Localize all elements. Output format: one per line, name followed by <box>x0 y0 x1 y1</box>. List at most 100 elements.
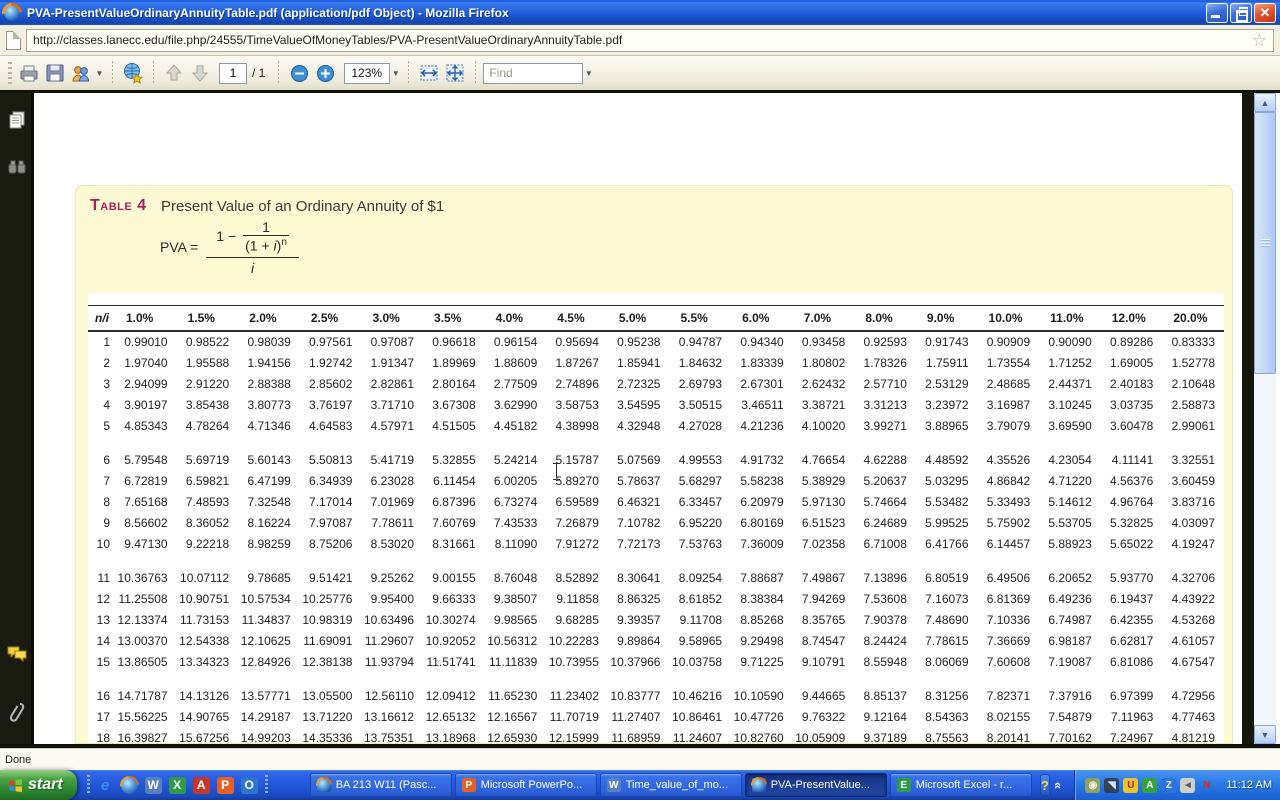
factor-cell: 0.95238 <box>608 331 670 352</box>
task-button[interactable]: BA 213 W11 (Pasc... <box>310 773 452 797</box>
text-cursor <box>552 463 561 478</box>
table-row: 21.970401.955881.941561.927421.913471.89… <box>88 352 1224 373</box>
scroll-down-button[interactable]: ▼ <box>1254 725 1276 744</box>
taskbar: start eWXAPO BA 213 W11 (Pasc...PMicroso… <box>0 770 1280 800</box>
volume-icon[interactable]: ◄ <box>1180 778 1195 793</box>
factor-cell: 10.37966 <box>608 651 670 672</box>
factor-cell: 7.60769 <box>423 512 485 533</box>
factor-cell: 7.54879 <box>1039 706 1101 727</box>
factor-cell: 4.48592 <box>916 449 978 470</box>
factor-cell: 7.78611 <box>361 512 423 533</box>
restore-button[interactable] <box>1230 3 1252 23</box>
excel-icon[interactable]: X <box>169 777 186 794</box>
word-icon[interactable]: W <box>145 777 162 794</box>
url-input[interactable] <box>27 33 1246 47</box>
next-page-button[interactable] <box>187 60 213 86</box>
factor-cell: 11.65230 <box>485 685 547 706</box>
factor-cell: 2.72325 <box>608 373 670 394</box>
rate-header: 11.0% <box>1039 306 1101 332</box>
factor-cell: 4.62288 <box>854 449 916 470</box>
scroll-up-button[interactable]: ▲ <box>1254 93 1276 112</box>
firefox-icon[interactable] <box>121 777 138 794</box>
factor-cell: 7.53608 <box>854 588 916 609</box>
factor-cell: 7.16073 <box>916 588 978 609</box>
find-dropdown-arrow[interactable]: ▼ <box>583 60 594 86</box>
factor-cell: 12.09412 <box>423 685 485 706</box>
factor-cell: 5.53705 <box>1039 512 1101 533</box>
previous-page-button[interactable] <box>161 60 187 86</box>
tray-liveupdate-icon[interactable]: U <box>1123 778 1138 793</box>
task-button[interactable]: PVA-PresentValue... <box>745 773 887 797</box>
attachments-panel-icon[interactable] <box>6 702 28 724</box>
print-button[interactable] <box>16 60 42 86</box>
page-number-input[interactable] <box>220 66 246 80</box>
tray-network-icon[interactable]: ◥ <box>1104 778 1119 793</box>
rate-header: 9.0% <box>916 306 978 332</box>
fit-width-button[interactable] <box>416 60 442 86</box>
factor-cell: 5.33493 <box>978 491 1040 512</box>
factor-cell: 7.13896 <box>854 567 916 588</box>
close-button[interactable] <box>1254 3 1276 23</box>
page-total-label: / 1 <box>252 66 265 80</box>
save-button[interactable] <box>42 60 68 86</box>
pva-formula: PVA = 1 − 1 (1 + i)n i <box>160 219 299 276</box>
factor-cell: 1.94156 <box>238 352 300 373</box>
task-button[interactable]: WTime_value_of_mo... <box>600 773 742 797</box>
tray-agent-icon[interactable]: ◉ <box>1085 778 1100 793</box>
zoom-out-button[interactable] <box>286 60 312 86</box>
email-button[interactable] <box>68 60 94 86</box>
find-input[interactable] <box>483 63 583 84</box>
factor-cell: 2.80164 <box>423 373 485 394</box>
task-button[interactable]: EMicrosoft Excel - r... <box>890 773 1032 797</box>
factor-cell: 6.41766 <box>916 533 978 554</box>
vertical-scrollbar[interactable]: ▲ ▼ <box>1254 93 1276 744</box>
factor-cell: 8.52892 <box>546 567 608 588</box>
fit-page-button[interactable] <box>442 60 468 86</box>
factor-cell: 4.11141 <box>1101 449 1163 470</box>
internet-explorer-icon[interactable]: e <box>97 777 114 794</box>
windows-logo-icon <box>8 778 23 793</box>
web-lookup-button[interactable] <box>120 60 146 86</box>
hide-icons-chevron[interactable]: « <box>1055 774 1062 796</box>
comments-panel-icon[interactable] <box>6 642 28 664</box>
factor-cell: 13.34323 <box>177 651 239 672</box>
factor-cell: 8.61852 <box>669 588 731 609</box>
factor-cell: 1.83339 <box>731 352 793 373</box>
period-cell: 9 <box>88 512 115 533</box>
factor-cell: 11.34837 <box>238 609 300 630</box>
factor-cell: 9.58965 <box>669 630 731 651</box>
table-row: 1614.7178714.1312613.5777113.0550012.561… <box>88 685 1224 706</box>
factor-cell: 5.03295 <box>916 470 978 491</box>
factor-cell: 2.82861 <box>361 373 423 394</box>
factor-cell: 6.33457 <box>669 491 731 512</box>
start-button[interactable]: start <box>0 770 77 800</box>
pages-panel-icon[interactable] <box>6 109 28 131</box>
factor-cell: 3.69590 <box>1039 415 1101 436</box>
help-task-button[interactable]: ? <box>1040 774 1050 796</box>
zoom-dropdown-arrow[interactable]: ▼ <box>390 60 401 86</box>
tray-antivirus-icon[interactable]: A <box>1142 778 1157 793</box>
bookmark-star-icon[interactable]: ☆ <box>1246 32 1273 49</box>
zoom-level-value[interactable]: 123% <box>344 63 390 84</box>
group-spacer-row <box>88 554 1224 567</box>
powerpoint-icon[interactable]: P <box>217 777 234 794</box>
tray-zonealarm-icon[interactable]: Z <box>1161 778 1176 793</box>
factor-cell: 2.48685 <box>978 373 1040 394</box>
factor-cell: 5.58238 <box>731 470 793 491</box>
factor-cell: 1.95588 <box>177 352 239 373</box>
factor-cell: 14.71787 <box>115 685 177 706</box>
scrollbar-thumb[interactable] <box>1254 112 1276 374</box>
norton-icon[interactable]: N <box>1199 778 1214 793</box>
layers-panel-icon[interactable] <box>6 157 28 179</box>
task-button[interactable]: PMicrosoft PowerPo... <box>455 773 597 797</box>
access-icon[interactable]: A <box>193 777 210 794</box>
factor-cell: 1.52778 <box>1162 352 1224 373</box>
firefox-icon <box>4 5 20 21</box>
email-dropdown-arrow[interactable]: ▼ <box>94 60 105 86</box>
factor-cell: 3.83716 <box>1162 491 1224 512</box>
zoom-in-button[interactable] <box>312 60 338 86</box>
period-cell: 18 <box>88 727 115 748</box>
factor-cell: 3.60478 <box>1101 415 1163 436</box>
minimize-button[interactable] <box>1206 3 1228 23</box>
outlook-icon[interactable]: O <box>241 777 258 794</box>
